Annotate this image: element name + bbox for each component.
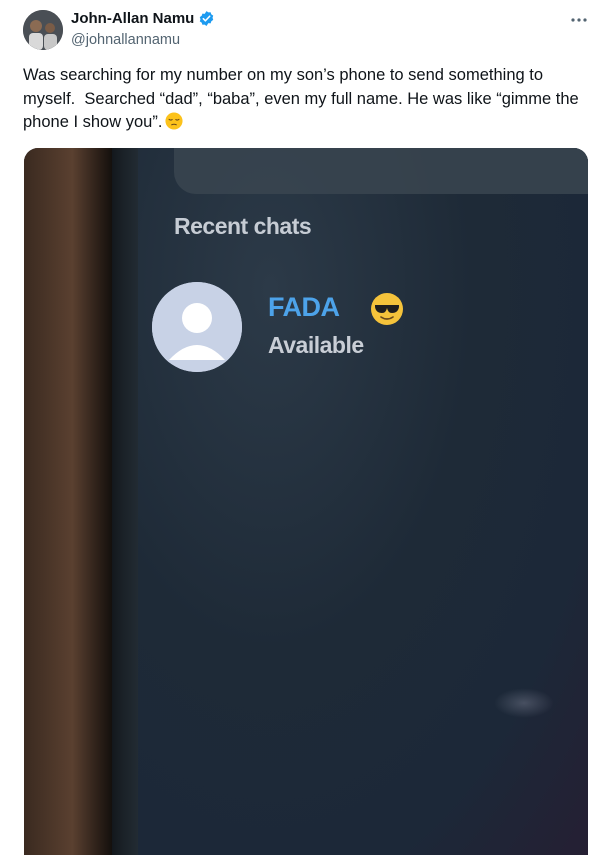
recent-chat-item: FADA Available — [152, 278, 552, 378]
author-name-row: John-Allan Namu — [71, 10, 215, 27]
phone-top-bar — [174, 148, 588, 194]
phone-screen — [134, 148, 588, 855]
author-avatar[interactable] — [23, 10, 63, 50]
verified-badge-icon — [198, 10, 215, 27]
finger — [24, 148, 112, 855]
screen-glare — [494, 688, 554, 718]
recent-chats-title: Recent chats — [174, 213, 312, 239]
tweet-photo[interactable]: Recent chats FADA Available — [24, 148, 588, 855]
author-handle[interactable]: @johnallannamu — [71, 32, 180, 48]
more-options-icon — [571, 18, 587, 22]
sunglasses-face-emoji-icon — [370, 292, 404, 326]
tweet-text-content: Was searching for my number on my son’s … — [23, 66, 584, 131]
pensive-face-emoji-icon — [165, 112, 183, 130]
contact-status: Available — [268, 332, 364, 358]
tweet-text: Was searching for my number on my son’s … — [23, 64, 588, 135]
default-person-avatar-icon — [152, 282, 242, 372]
author-display-name[interactable]: John-Allan Namu — [71, 10, 194, 27]
more-options-button[interactable] — [566, 10, 592, 30]
contact-name: FADA — [268, 292, 340, 322]
tweet-card: John-Allan Namu @johnallannamu Was searc… — [0, 0, 607, 855]
